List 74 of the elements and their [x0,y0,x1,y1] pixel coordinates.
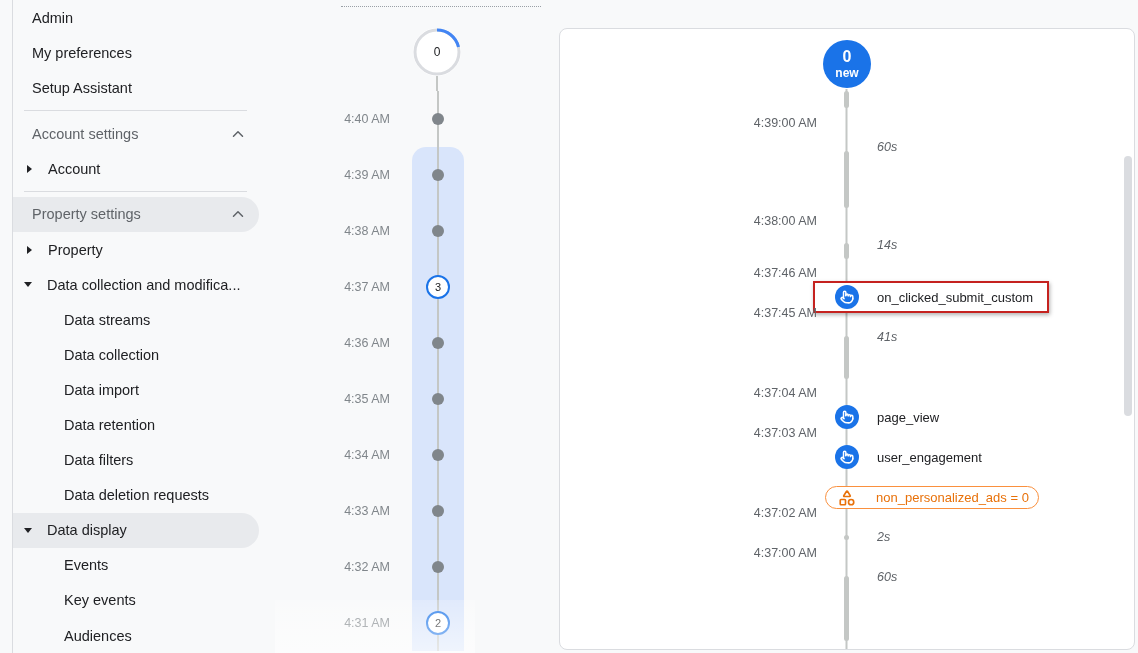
event-row[interactable]: user_engagement [813,441,1049,473]
minute-label: 4:36 AM [344,336,390,350]
nav-sub-link[interactable]: Data filters [13,442,134,478]
nav-sub-link[interactable]: Events [13,547,109,583]
minute-label: 4:37 AM [344,280,390,294]
scrollbar-thumb[interactable] [1124,156,1132,416]
nav-sub-link[interactable]: Data deletion requests [13,477,210,513]
tree-item-label: Property [48,241,103,258]
tree-item-label: Data display [47,522,127,539]
event-name: user_engagement [877,449,982,465]
shapes-icon [838,488,856,507]
parameter-text: non_personalized_ads = 0 [876,490,1029,505]
section-title: Property settings [32,206,141,223]
minute-label: 4:33 AM [344,504,390,518]
minute-dot[interactable] [432,505,444,517]
minute-dot[interactable] [432,169,444,181]
minute-dot[interactable] [432,225,444,237]
caret-icon[interactable] [24,527,32,533]
tree-item[interactable]: Property [13,232,259,268]
tree-item-label: Account [48,160,101,177]
gap-duration: 14s [877,238,898,252]
minute-dot[interactable] [432,337,444,349]
nav-link[interactable]: Setup Assistant [13,70,132,106]
tree-item[interactable]: Account [13,151,259,187]
timestamp: 4:39:00 AM [753,116,817,130]
section-title: Account settings [32,125,139,142]
pointer-icon [835,445,859,469]
caret-icon[interactable] [27,245,32,254]
minute-label: 4:32 AM [344,560,390,574]
minute-label: 4:34 AM [344,448,390,462]
minute-label: 4:35 AM [344,392,390,406]
minute-dot[interactable] [432,113,444,125]
count-ring[interactable]: 0 [413,28,461,76]
nav-sub-link[interactable]: Data import [13,372,139,408]
minute-dot[interactable] [432,393,444,405]
event-name: on_clicked_submit_custom [877,289,1034,305]
minute-dot[interactable] [432,449,444,461]
nav-sub-link[interactable]: Data retention [13,407,156,443]
timestamp: 4:37:46 AM [753,266,817,280]
tree-item[interactable]: Data display [13,512,259,548]
tree-item[interactable]: Data collection and modifica... [13,267,259,303]
nav-sub-link[interactable]: Key events [13,582,136,619]
gap-duration: 41s [877,330,898,344]
timestamp: 4:37:02 AM [753,506,817,520]
progress-ring-icon [413,28,461,76]
caret-icon[interactable] [27,164,32,173]
tree-item-label: Data collection and modifica... [47,276,241,293]
minute-label: 4:39 AM [344,168,390,182]
timestamp: 4:37:03 AM [753,426,817,440]
pointer-icon [835,405,859,429]
minute-label: 4:31 AM [344,616,390,630]
nav-sub-link[interactable]: Data streams [13,302,151,338]
nav-sub-link[interactable]: Data collection [13,337,160,373]
event-count-node[interactable]: 3 [426,275,450,299]
caret-icon[interactable] [24,282,32,288]
nav-link[interactable]: Admin [13,0,74,36]
timestamp: 4:37:04 AM [753,386,817,400]
section-header[interactable]: Account settings [13,116,259,152]
minute-label: 4:38 AM [344,224,390,238]
minute-label: 4:40 AM [344,112,390,126]
new-events-button[interactable]: 0 new [823,40,871,88]
gap-duration: 2s [877,530,891,544]
minute-dot[interactable] [432,561,444,573]
event-count-node[interactable]: 2 [426,611,450,635]
event-name: page_view [877,409,940,425]
timestamp: 4:38:00 AM [753,214,817,228]
nav-link[interactable]: My preferences [13,35,132,71]
gap-duration: 60s [877,570,898,584]
count-label: 0 [433,45,441,59]
timestamp: 4:37:00 AM [753,546,817,560]
section-header[interactable]: Property settings [13,196,259,232]
gap-duration: 60s [877,140,898,154]
pointer-icon [835,285,859,309]
nav-sub-link[interactable]: Audiences [13,618,132,653]
